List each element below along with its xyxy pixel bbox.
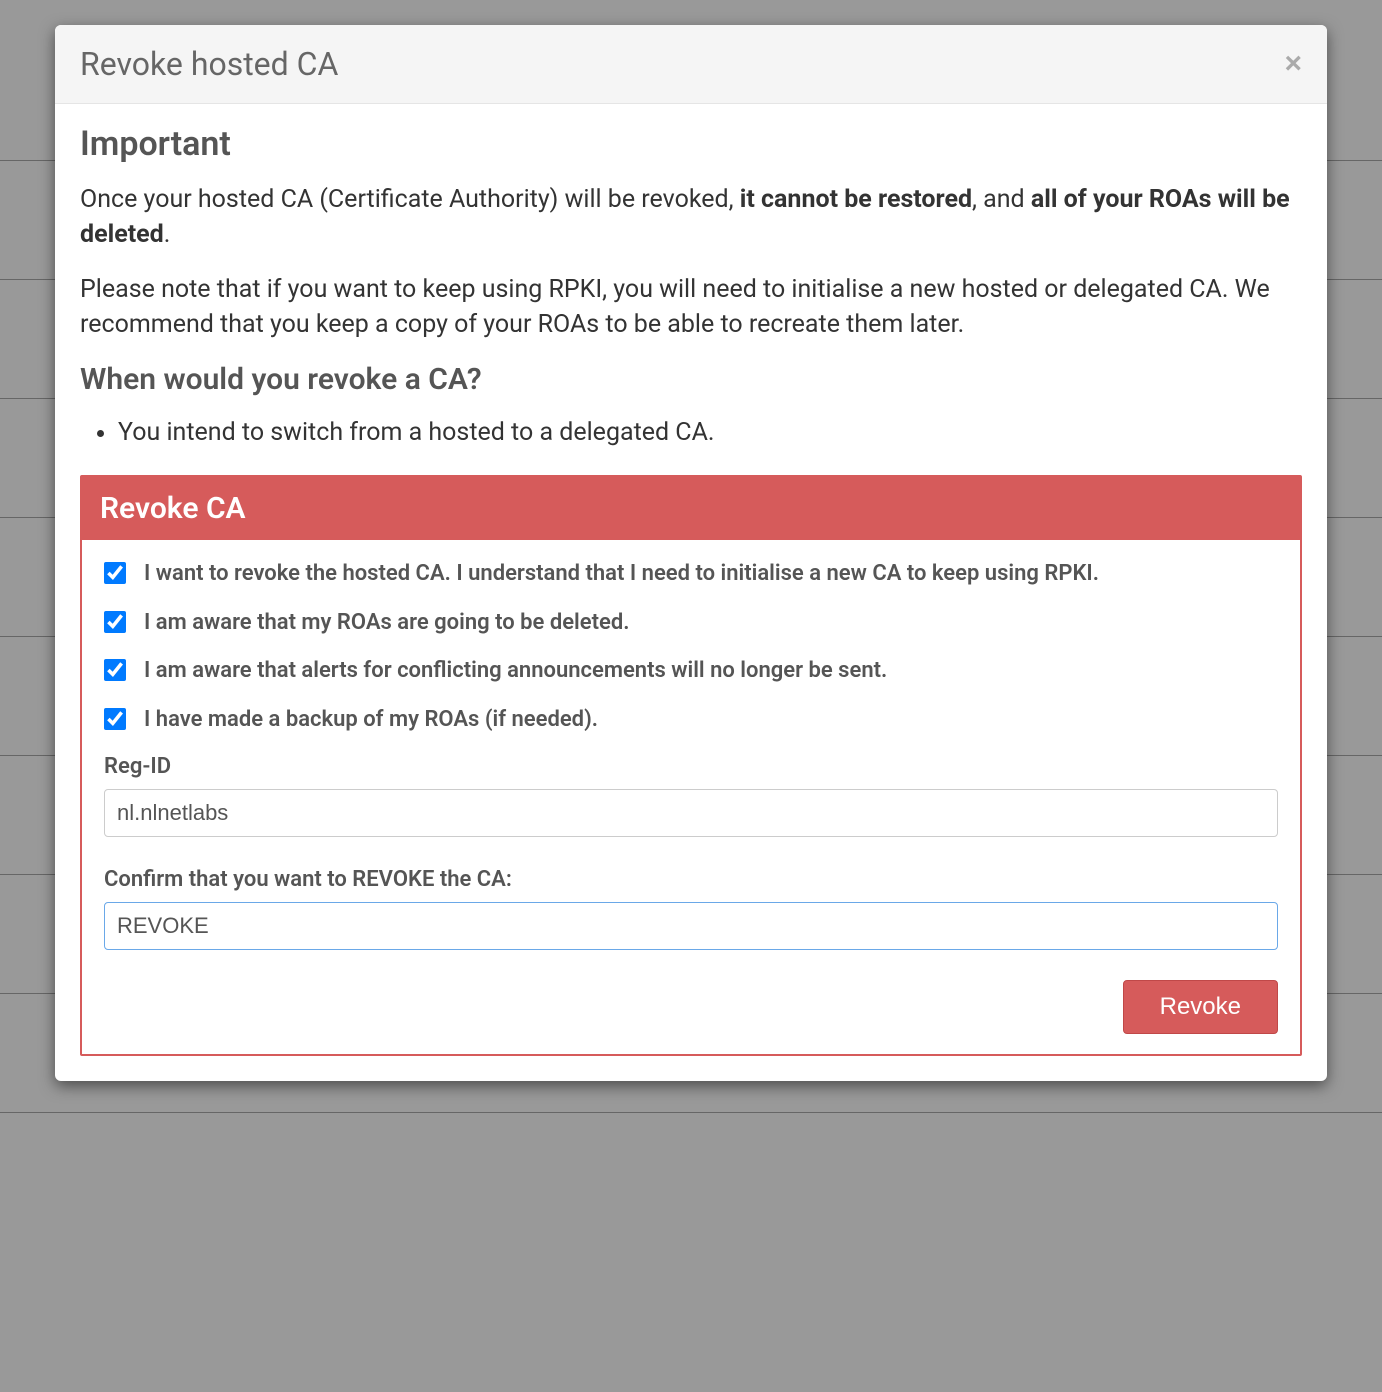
checkbox-row-revoke-understand: I want to revoke the hosted CA. I unders…	[104, 560, 1278, 589]
checkbox-row-backup-made: I have made a backup of my ROAs (if need…	[104, 706, 1278, 735]
list-item: You intend to switch from a hosted to a …	[118, 415, 1302, 450]
modal-header: Revoke hosted CA ×	[55, 25, 1327, 104]
warning-paragraph-1: Once your hosted CA (Certificate Authori…	[80, 182, 1302, 252]
confirm-label: Confirm that you want to REVOKE the CA:	[104, 867, 1278, 892]
important-heading: Important	[80, 124, 1302, 164]
checkbox-row-roas-deleted: I am aware that my ROAs are going to be …	[104, 609, 1278, 638]
checkbox-roas-deleted[interactable]	[104, 611, 126, 633]
checkbox-label[interactable]: I am aware that alerts for conflicting a…	[144, 657, 887, 686]
checkbox-label[interactable]: I am aware that my ROAs are going to be …	[144, 609, 629, 638]
reasons-list: You intend to switch from a hosted to a …	[80, 415, 1302, 450]
modal-title: Revoke hosted CA	[80, 45, 338, 83]
when-heading: When would you revoke a CA?	[80, 362, 1302, 397]
revoke-hosted-ca-modal: Revoke hosted CA × Important Once your h…	[55, 25, 1327, 1081]
modal-body: Important Once your hosted CA (Certifica…	[55, 104, 1327, 1081]
confirm-revoke-input[interactable]	[104, 902, 1278, 950]
checkbox-row-alerts-stop: I am aware that alerts for conflicting a…	[104, 657, 1278, 686]
checkbox-revoke-understand[interactable]	[104, 562, 126, 584]
revoke-panel-body: I want to revoke the hosted CA. I unders…	[82, 540, 1300, 1054]
revoke-panel: Revoke CA I want to revoke the hosted CA…	[80, 475, 1302, 1056]
checkbox-backup-made[interactable]	[104, 708, 126, 730]
close-icon: ×	[1284, 47, 1302, 80]
checkbox-label[interactable]: I have made a backup of my ROAs (if need…	[144, 706, 598, 735]
close-button[interactable]: ×	[1284, 49, 1302, 79]
button-row: Revoke	[104, 980, 1278, 1034]
regid-label: Reg-ID	[104, 754, 1278, 779]
revoke-panel-header: Revoke CA	[82, 477, 1300, 540]
regid-input[interactable]	[104, 789, 1278, 837]
checkbox-label[interactable]: I want to revoke the hosted CA. I unders…	[144, 560, 1099, 589]
checkbox-alerts-stop[interactable]	[104, 659, 126, 681]
warning-paragraph-2: Please note that if you want to keep usi…	[80, 272, 1302, 342]
revoke-button[interactable]: Revoke	[1123, 980, 1278, 1034]
